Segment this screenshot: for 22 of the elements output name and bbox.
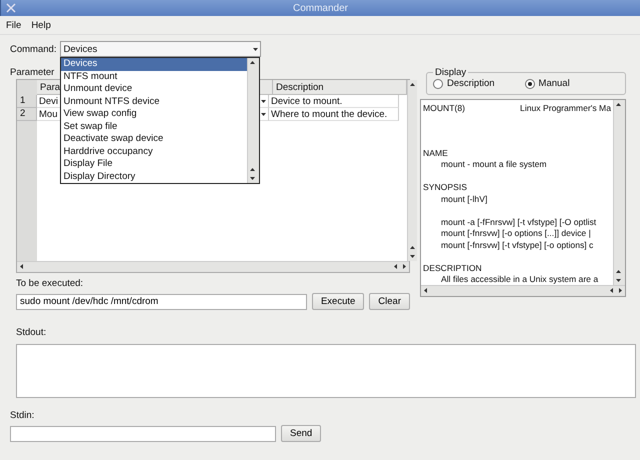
command-label: Command: [10,44,56,54]
manual-line: SYNOPSIS [423,181,467,194]
row-number: 2 [17,108,37,121]
manual-line: DESCRIPTION [423,262,482,274]
manual-line: NAME [423,146,448,159]
table-cell: Device to mount. [269,95,399,108]
manual-header: MOUNT(8) [423,103,466,113]
manual-header: Linux Programmer's Ma [520,103,611,113]
execute-label: To be executed: [16,278,84,290]
stdin-label: Stdin: [10,410,34,422]
manual-line: mount [-fnrsvw] [-o options [...]] device | [440,228,591,240]
manual-line: mount - mount a file system [440,159,547,170]
row-number: 1 [17,95,37,108]
manual-line: All files accessible in a Unix system are a [440,274,598,285]
manual-line: mount -a [-fFnrsvw] [-t vfstype] [-O optlist [440,216,596,228]
stdout-label: Stdout: [16,327,46,339]
window-title: Commander [292,2,350,14]
manual-line: mount [-fnrsvw] [-t vfstype] [-o options] c [440,240,594,251]
group-title: Display [434,67,468,78]
parameters-label: Parameter [10,67,54,79]
manual-line: mount [-lhV] [440,194,488,205]
table-cell: Where to mount the device. [269,108,399,121]
